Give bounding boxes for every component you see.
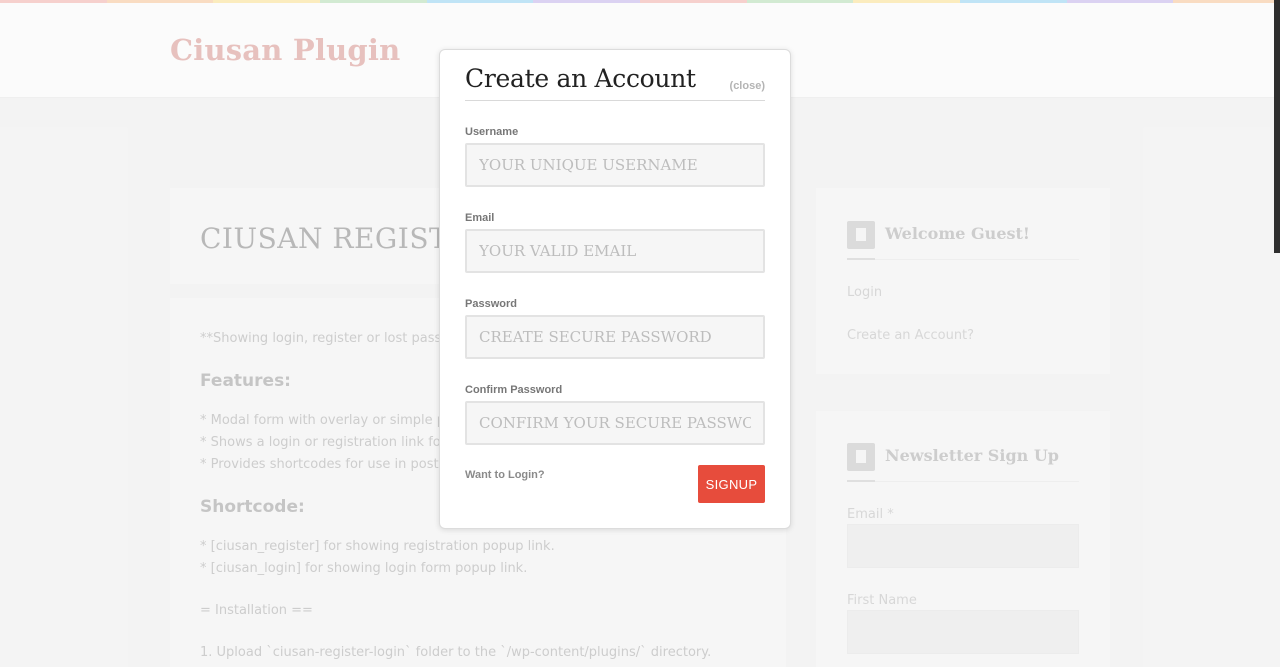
signup-button[interactable]: SIGNUP (698, 465, 765, 503)
username-input[interactable] (465, 143, 765, 187)
want-to-login-link[interactable]: Want to Login? (465, 469, 545, 481)
email-label: Email (465, 212, 495, 224)
close-button[interactable]: (close) (730, 80, 765, 92)
password-label: Password (465, 298, 517, 310)
create-account-modal: Create an Account (close) Username Email… (439, 49, 791, 529)
password-input[interactable] (465, 315, 765, 359)
email-input[interactable] (465, 229, 765, 273)
confirm-password-label: Confirm Password (465, 384, 563, 396)
scrollbar[interactable] (1274, 0, 1280, 253)
confirm-password-input[interactable] (465, 401, 765, 445)
username-label: Username (465, 126, 519, 138)
modal-title-divider (465, 100, 765, 101)
modal-title: Create an Account (465, 64, 696, 93)
